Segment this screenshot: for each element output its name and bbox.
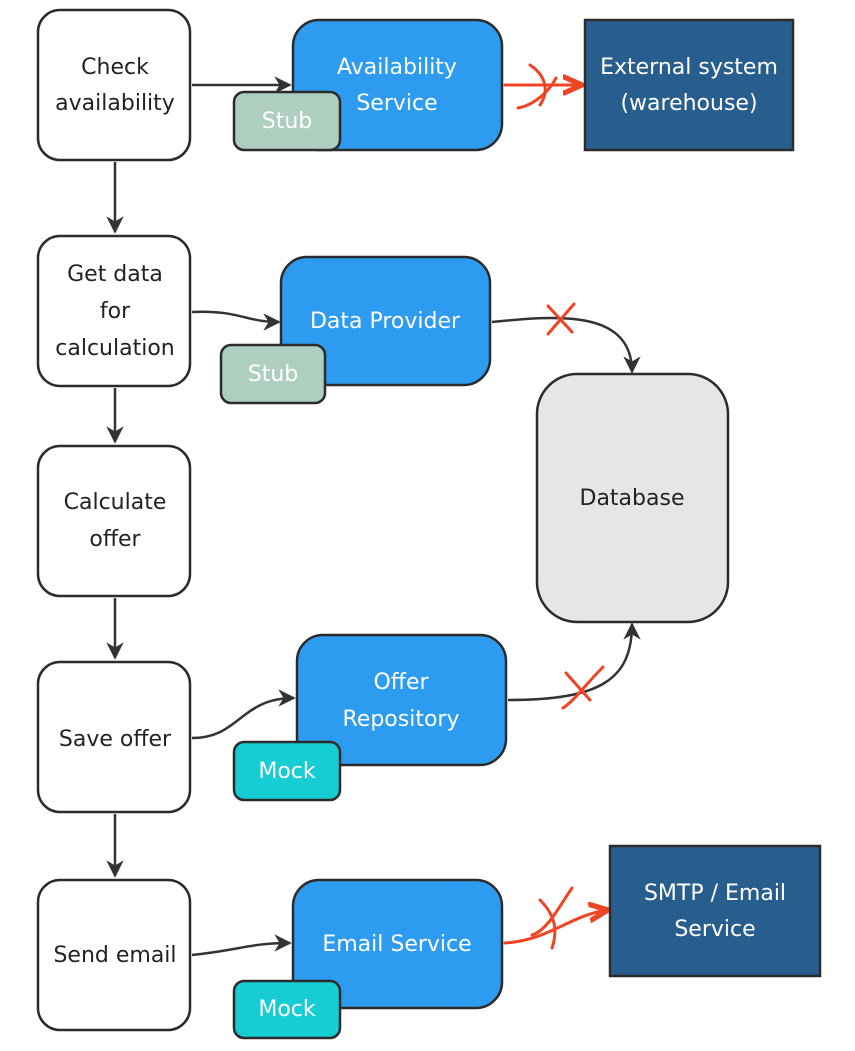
step-label: availability [55,91,175,116]
step-save-offer: Save offer [36,660,192,814]
step-label: Save offer [59,727,172,752]
data-provider: Data Provider Stub [219,255,492,405]
external-label: External system [600,55,778,80]
external-smtp: SMTP / Email Service [608,844,822,978]
step-check-availability: Check availability [36,8,192,162]
external-label: SMTP / Email [644,881,786,906]
service-label: Offer [373,670,429,695]
step-label: for [100,299,131,324]
stub-badge-label: Stub [262,109,313,134]
mock-badge-label: Mock [258,997,316,1022]
service-label: Data Provider [310,309,461,334]
email-service: Email Service Mock [232,878,504,1040]
external-label: Service [674,917,755,942]
service-label: Repository [343,707,460,732]
arrow-repo-db [507,622,641,702]
service-label: Service [356,91,437,116]
database: Database [535,372,730,624]
mock-badge-label: Mock [258,759,316,784]
step-label: calculation [55,336,174,361]
stub-badge-label: Stub [248,362,299,387]
arrow-provider-db [491,316,641,374]
step-calculate-offer: Calculate offer [36,444,192,598]
arrow-get-data [191,310,281,331]
database-label: Database [580,486,685,511]
step-label: Check [81,55,149,80]
external-label: (warehouse) [620,91,757,116]
arrow-send-email [191,934,292,957]
step-label: offer [89,527,141,552]
service-label: Availability [337,55,457,80]
arrow-save-offer [191,689,296,740]
step-label: Get data [67,262,163,287]
step-label: Calculate [64,490,167,515]
external-warehouse: External system (warehouse) [583,18,795,152]
offer-repository: Offer Repository Mock [232,633,508,802]
step-send-email: Send email [36,878,192,1032]
step-label: Send email [53,943,176,968]
blocked-arrow-smtp [503,910,608,945]
blocked-cross-icon [530,886,574,950]
step-get-data: Get data for calculation [36,234,192,388]
test-doubles-diagram: Check availability Get data for calculat… [36,8,822,1040]
service-label: Email Service [322,932,471,957]
